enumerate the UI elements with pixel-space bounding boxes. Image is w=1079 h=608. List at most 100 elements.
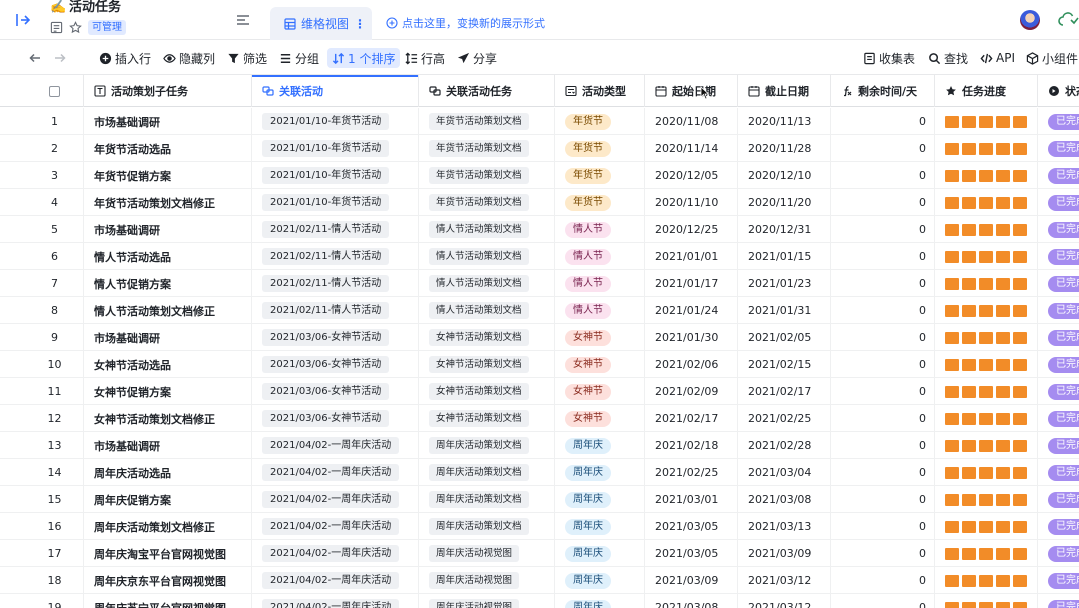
cell-remaining[interactable]: 0 xyxy=(831,297,935,324)
cell-activity[interactable]: 2021/03/06-女神节活动 xyxy=(252,324,419,351)
cell-remaining[interactable]: 0 xyxy=(831,594,935,608)
cell-activity-task[interactable]: 情人节活动策划文档 xyxy=(419,243,555,270)
cell-activity-task[interactable]: 年货节活动策划文档 xyxy=(419,135,555,162)
cell-progress[interactable] xyxy=(935,324,1038,351)
cell-start-date[interactable]: 2020/12/05 xyxy=(645,162,738,189)
cell-remaining[interactable]: 0 xyxy=(831,486,935,513)
cell-activity[interactable]: 2021/01/10-年货节活动 xyxy=(252,135,419,162)
cell-task[interactable]: 年货节促销方案 xyxy=(84,162,252,189)
cell-end-date[interactable]: 2021/01/31 xyxy=(738,297,831,324)
cell-task[interactable]: 市场基础调研 xyxy=(84,216,252,243)
table-row[interactable]: 18 周年庆京东平台官网视觉图 2021/04/02-一周年庆活动 周年庆活动视觉图 周… xyxy=(0,567,1079,594)
cell-activity[interactable]: 2021/02/11-情人节活动 xyxy=(252,270,419,297)
cell-activity-task[interactable]: 周年庆活动策划文档 xyxy=(419,486,555,513)
cell-activity[interactable]: 2021/01/10-年货节活动 xyxy=(252,162,419,189)
cell-start-date[interactable]: 2021/01/17 xyxy=(645,270,738,297)
cell-remaining[interactable]: 0 xyxy=(831,459,935,486)
cell-end-date[interactable]: 2020/11/28 xyxy=(738,135,831,162)
cell-status[interactable]: 已完成 xyxy=(1038,162,1079,189)
cell-activity-task[interactable]: 周年庆活动策划文档 xyxy=(419,432,555,459)
cell-activity-task[interactable]: 年货节活动策划文档 xyxy=(419,108,555,135)
table-row[interactable]: 5 市场基础调研 2021/02/11-情人节活动 情人节活动策划文档 情人节 2020/… xyxy=(0,216,1079,243)
cell-task[interactable]: 周年庆京东平台官网视觉图 xyxy=(84,567,252,594)
table-row[interactable]: 13 市场基础调研 2021/04/02-一周年庆活动 周年庆活动策划文档 周年庆 202… xyxy=(0,432,1079,459)
cell-progress[interactable] xyxy=(935,108,1038,135)
select-all-checkbox[interactable] xyxy=(49,85,60,97)
cell-status[interactable]: 已完成 xyxy=(1038,243,1079,270)
cell-start-date[interactable]: 2020/11/10 xyxy=(645,189,738,216)
table-row[interactable]: 17 周年庆淘宝平台官网视觉图 2021/04/02-一周年庆活动 周年庆活动视觉图 周… xyxy=(0,540,1079,567)
cell-remaining[interactable]: 0 xyxy=(831,189,935,216)
cell-type[interactable]: 情人节 xyxy=(555,270,645,297)
cell-task[interactable]: 年货节活动选品 xyxy=(84,135,252,162)
cell-remaining[interactable]: 0 xyxy=(831,270,935,297)
cell-remaining[interactable]: 0 xyxy=(831,324,935,351)
column-header-activity[interactable]: 关联活动 xyxy=(252,75,419,107)
cell-remaining[interactable]: 0 xyxy=(831,540,935,567)
column-header-start[interactable]: 起始日期 xyxy=(645,75,738,107)
cell-activity-task[interactable]: 年货节活动策划文档 xyxy=(419,189,555,216)
cell-progress[interactable] xyxy=(935,540,1038,567)
table-row[interactable]: 16 周年庆活动策划文档修正 2021/04/02-一周年庆活动 周年庆活动策划文档 周… xyxy=(0,513,1079,540)
cell-end-date[interactable]: 2021/03/12 xyxy=(738,567,831,594)
cell-end-date[interactable]: 2021/03/12 xyxy=(738,594,831,608)
cell-status[interactable]: 已完成 xyxy=(1038,513,1079,540)
cell-progress[interactable] xyxy=(935,405,1038,432)
table-row[interactable]: 6 情人节活动选品 2021/02/11-情人节活动 情人节活动策划文档 情人节 2021… xyxy=(0,243,1079,270)
cell-remaining[interactable]: 0 xyxy=(831,432,935,459)
cell-end-date[interactable]: 2020/12/10 xyxy=(738,162,831,189)
more-vertical-icon[interactable]: ⋮ xyxy=(354,17,366,31)
hide-columns-button[interactable]: 隐藏列 xyxy=(163,49,215,67)
cell-end-date[interactable]: 2021/02/28 xyxy=(738,432,831,459)
row-index[interactable]: 11 xyxy=(26,378,84,405)
column-header-type[interactable]: 活动类型 xyxy=(555,75,645,107)
row-index[interactable]: 18 xyxy=(26,567,84,594)
row-index[interactable]: 5 xyxy=(26,216,84,243)
cell-type[interactable]: 年货节 xyxy=(555,189,645,216)
row-index[interactable]: 16 xyxy=(26,513,84,540)
cell-type[interactable]: 情人节 xyxy=(555,216,645,243)
cell-start-date[interactable]: 2021/02/25 xyxy=(645,459,738,486)
cell-activity-task[interactable]: 女神节活动策划文档 xyxy=(419,324,555,351)
cell-end-date[interactable]: 2021/02/05 xyxy=(738,324,831,351)
cell-activity-task[interactable]: 周年庆活动视觉图 xyxy=(419,594,555,608)
cell-progress[interactable] xyxy=(935,594,1038,608)
cell-type[interactable]: 女神节 xyxy=(555,405,645,432)
table-row[interactable]: 11 女神节促销方案 2021/03/06-女神节活动 女神节活动策划文档 女神节 202… xyxy=(0,378,1079,405)
row-index[interactable]: 15 xyxy=(26,486,84,513)
cell-status[interactable]: 已完成 xyxy=(1038,135,1079,162)
cell-type[interactable]: 周年庆 xyxy=(555,540,645,567)
cell-type[interactable]: 周年庆 xyxy=(555,432,645,459)
search-button[interactable]: 查找 xyxy=(928,49,968,67)
cell-end-date[interactable]: 2021/03/09 xyxy=(738,540,831,567)
column-header-status[interactable]: 状态 xyxy=(1038,75,1079,107)
cell-progress[interactable] xyxy=(935,297,1038,324)
cell-type[interactable]: 年货节 xyxy=(555,108,645,135)
menu-icon[interactable] xyxy=(236,14,250,26)
cell-type[interactable]: 周年庆 xyxy=(555,486,645,513)
table-row[interactable]: 1 市场基础调研 2021/01/10-年货节活动 年货节活动策划文档 年货节 2020/… xyxy=(0,108,1079,135)
cell-progress[interactable] xyxy=(935,351,1038,378)
cell-end-date[interactable]: 2020/11/20 xyxy=(738,189,831,216)
cell-remaining[interactable]: 0 xyxy=(831,567,935,594)
row-index[interactable]: 19 xyxy=(26,594,84,608)
cell-activity-task[interactable]: 周年庆活动策划文档 xyxy=(419,513,555,540)
cell-activity[interactable]: 2021/03/06-女神节活动 xyxy=(252,378,419,405)
cell-activity-task[interactable]: 年货节活动策划文档 xyxy=(419,162,555,189)
column-header-activity-task[interactable]: 关联活动任务 xyxy=(419,75,555,107)
cell-status[interactable]: 已完成 xyxy=(1038,540,1079,567)
cell-start-date[interactable]: 2021/03/01 xyxy=(645,486,738,513)
cell-activity[interactable]: 2021/04/02-一周年庆活动 xyxy=(252,567,419,594)
filter-button[interactable]: 筛选 xyxy=(227,49,267,67)
cell-activity-task[interactable]: 周年庆活动视觉图 xyxy=(419,567,555,594)
cell-end-date[interactable]: 2020/11/13 xyxy=(738,108,831,135)
table-row[interactable]: 9 市场基础调研 2021/03/06-女神节活动 女神节活动策划文档 女神节 2021/… xyxy=(0,324,1079,351)
cell-remaining[interactable]: 0 xyxy=(831,378,935,405)
cell-status[interactable]: 已完成 xyxy=(1038,270,1079,297)
group-button[interactable]: 分组 xyxy=(279,49,319,67)
cell-type[interactable]: 年货节 xyxy=(555,162,645,189)
table-row[interactable]: 8 情人节活动策划文档修正 2021/02/11-情人节活动 情人节活动策划文档 情人节… xyxy=(0,297,1079,324)
table-row[interactable]: 4 年货节活动策划文档修正 2021/01/10-年货节活动 年货节活动策划文档 年货节… xyxy=(0,189,1079,216)
cell-progress[interactable] xyxy=(935,567,1038,594)
cell-progress[interactable] xyxy=(935,270,1038,297)
